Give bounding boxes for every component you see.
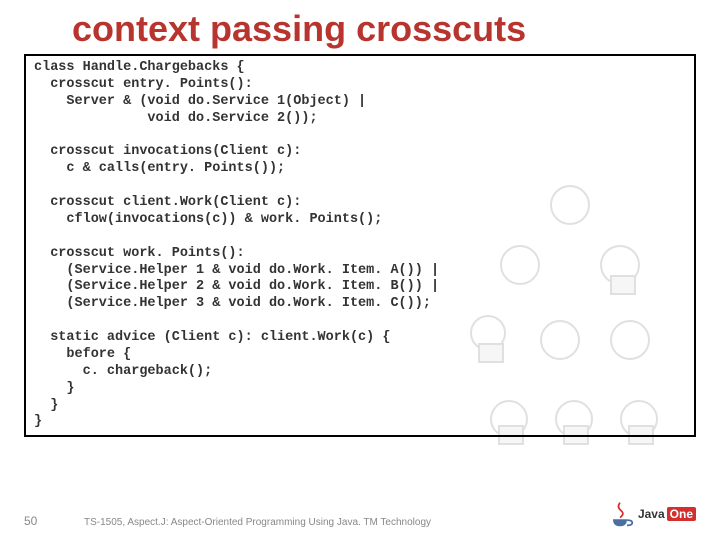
slide-title: context passing crosscuts — [0, 0, 720, 54]
code-block: class Handle.Chargebacks { crosscut entr… — [24, 54, 696, 437]
slide-number: 50 — [24, 514, 64, 528]
java-cup-icon — [606, 500, 634, 528]
footer-text: TS-1505, Aspect.J: Aspect-Oriented Progr… — [64, 517, 606, 528]
logo-text: JavaOne — [638, 507, 696, 521]
footer: 50 TS-1505, Aspect.J: Aspect-Oriented Pr… — [24, 500, 696, 528]
javaone-logo: JavaOne — [606, 500, 696, 528]
